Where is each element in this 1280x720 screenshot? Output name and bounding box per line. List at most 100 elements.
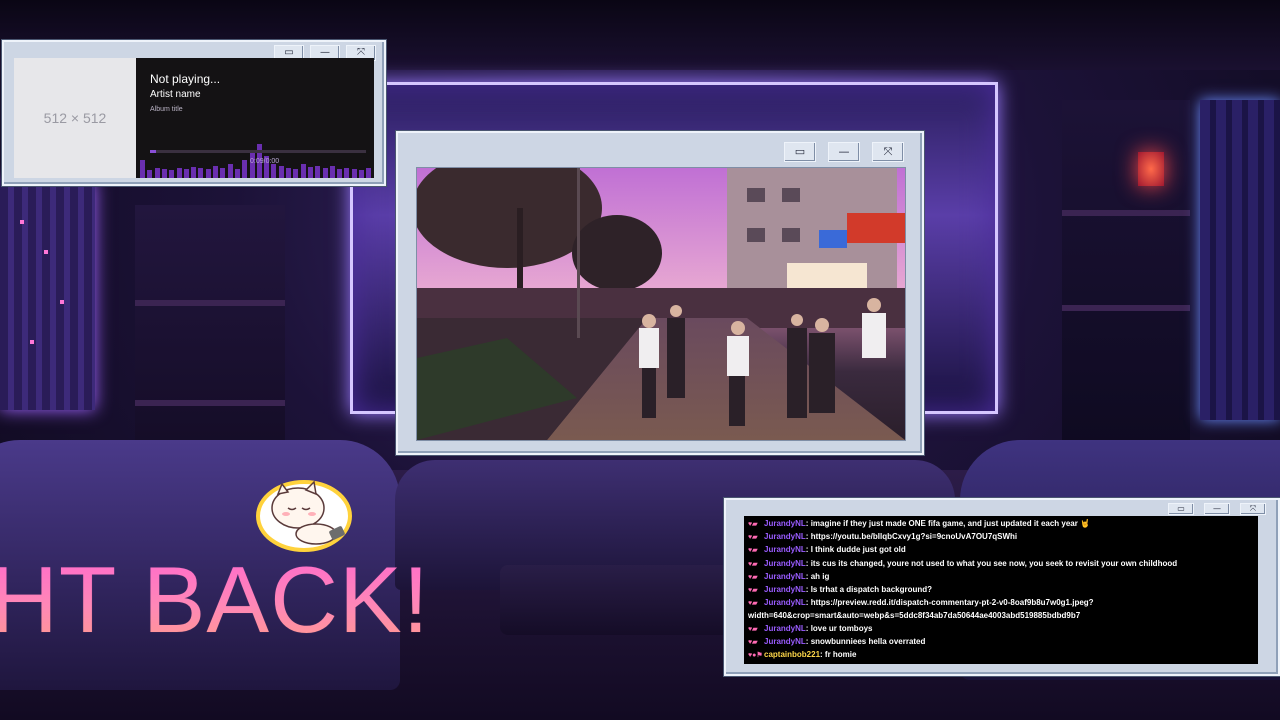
chat-username[interactable]: JurandyNL [764, 559, 806, 568]
visualizer-bar [242, 160, 248, 178]
user-badges: ♥▰ [748, 625, 758, 633]
visualizer-bar [140, 160, 145, 178]
user-badges: ♥▰ [748, 534, 758, 542]
visualizer-bar [154, 168, 160, 178]
chat-log[interactable]: ♥▰ JurandyNL: imagine if they just made O… [744, 516, 1258, 664]
maximize-button[interactable]: ⤧ [1240, 503, 1266, 515]
visualizer-bar [307, 167, 313, 178]
visualizer-bar [147, 170, 153, 178]
neon-city-left [0, 180, 95, 410]
video-window: ▭ — ⤧ [396, 131, 924, 455]
bookshelf-left [135, 205, 285, 460]
visualizer-bar [191, 167, 197, 178]
visualizer-bar [329, 166, 335, 178]
chat-message: ♥▰ JurandyNL: Is trhat a dispatch backgro… [748, 584, 1254, 597]
be-right-back-banner: HT BACK! [0, 540, 430, 660]
chat-window: ▭ — ⤧ ♥▰ JurandyNL: imagine if they just … [724, 498, 1280, 676]
user-badges: ♥▰ [748, 587, 758, 595]
visualizer-bar [366, 168, 372, 178]
chat-message: ♥▰ JurandyNL: https://preview.redd.it/dis… [748, 597, 1188, 622]
album-art-placeholder: 512 × 512 [14, 58, 136, 178]
visualizer-bar [315, 166, 321, 178]
visualizer-bar [278, 166, 284, 178]
visualizer-bar [271, 164, 277, 178]
visualizer-bar [220, 168, 226, 178]
audio-visualizer [140, 114, 374, 178]
chat-text: https://youtu.be/bIlqbCxvy1g?si=9cnoUvA7… [810, 532, 1018, 542]
visualizer-bar [344, 168, 350, 178]
chat-username[interactable]: JurandyNL [764, 585, 806, 594]
chat-message: ♥●⚑captainbob221: fr homie [748, 649, 1254, 662]
user-badges: ♥▰ [748, 600, 758, 608]
chat-message: ♥▰ JurandyNL: its cus its changed, youre … [748, 558, 1254, 571]
track-title: Not playing... [150, 72, 221, 86]
window-titlebar: ▭ — ⤧ [784, 139, 904, 162]
chat-username[interactable]: JurandyNL [764, 598, 806, 607]
track-album: Album title [150, 106, 183, 113]
restore-button[interactable]: ▭ [1168, 503, 1194, 515]
user-badges: ♥▰ [748, 560, 758, 568]
chat-message: ♥▰ JurandyNL: love ur tomboys [748, 623, 1254, 636]
visualizer-bar [169, 170, 175, 178]
user-badges: ♥●⚑ [748, 652, 763, 660]
playback-progress-bar[interactable] [150, 150, 366, 153]
visualizer-bar [183, 169, 189, 178]
player-body: 512 × 512 Not playing... Artist name Alb… [14, 58, 374, 178]
visualizer-bar [176, 168, 182, 178]
street-video-feed[interactable] [416, 167, 906, 441]
chat-message: ♥▰ JurandyNL: snowbunniees hella overrate… [748, 636, 1254, 649]
visualizer-bar [205, 169, 211, 178]
street-scene-image [417, 168, 905, 440]
minimize-button[interactable]: — [828, 142, 860, 162]
chat-text: snowbunniees hella overrated [810, 636, 926, 646]
visualizer-bar [337, 169, 343, 178]
chat-username[interactable]: JurandyNL [764, 519, 806, 528]
visualizer-bar [213, 166, 218, 178]
chat-text: its cus its changed, youre not used to w… [810, 558, 1178, 568]
chat-username[interactable]: JurandyNL [764, 532, 806, 541]
user-badges: ♥▰ [748, 521, 758, 528]
visualizer-bar [300, 164, 306, 178]
visualizer-bar [293, 169, 299, 178]
visualizer-bar [249, 152, 255, 178]
chat-message: ♥▰ JurandyNL: ah ig [748, 571, 1254, 584]
restore-button[interactable]: ▭ [784, 142, 816, 162]
window-titlebar: ▭ — ⤧ [1168, 501, 1266, 515]
chat-text: ah ig [810, 571, 830, 581]
coffee-table [500, 565, 730, 635]
chat-username[interactable]: JurandyNL [764, 545, 806, 554]
visualizer-bar [351, 169, 357, 178]
chat-message: ♥▰ JurandyNL: https://youtu.be/bIlqbCxvy1… [748, 531, 1254, 544]
user-badges: ♥▰ [748, 547, 758, 555]
bookshelf-right [1062, 100, 1190, 460]
chat-text: I think dudde just got old [810, 545, 906, 555]
red-lamp [1138, 152, 1164, 186]
playback-time: 0:09/0:00 [250, 158, 280, 165]
neon-city-right [1200, 100, 1280, 420]
visualizer-bar [234, 169, 240, 178]
progress-fill [150, 150, 157, 153]
visualizer-bar [227, 164, 233, 178]
visualizer-bar [161, 169, 167, 178]
chat-username[interactable]: JurandyNL [764, 637, 806, 646]
chat-text: love ur tomboys [810, 623, 873, 633]
music-player-window: ▭ — ⤧ 512 × 512 Not playing... Artist na… [2, 40, 386, 186]
sleepy-cat-sticker [256, 480, 352, 552]
chat-message: ♥▰ JurandyNL: imagine if they just made O… [748, 518, 1254, 531]
maximize-button[interactable]: ⤧ [872, 142, 904, 162]
chat-text: Is trhat a dispatch background? [810, 585, 933, 595]
visualizer-bar [322, 168, 328, 178]
chat-username[interactable]: captainbob221 [764, 650, 820, 659]
visualizer-bar [359, 170, 364, 178]
track-artist: Artist name [150, 89, 201, 100]
chat-username[interactable]: JurandyNL [764, 624, 806, 633]
minimize-button[interactable]: — [1204, 503, 1230, 515]
chat-text: imagine if they just made ONE fifa game,… [810, 519, 1091, 528]
chat-message: ♥▰ JurandyNL: I think dudde just got old [748, 544, 1254, 557]
chat-text: fr homie [824, 650, 857, 660]
visualizer-bar [286, 168, 291, 178]
visualizer-bar [198, 168, 204, 178]
user-badges: ♥▰ [748, 573, 758, 581]
user-badges: ♥▰ [748, 638, 758, 646]
chat-username[interactable]: JurandyNL [764, 572, 806, 581]
